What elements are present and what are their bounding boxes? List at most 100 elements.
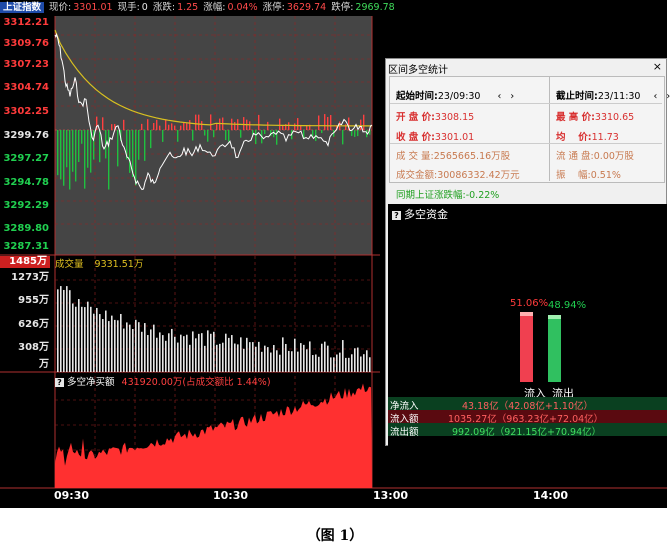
outflow-tick [81, 130, 83, 144]
price-tick: 3294.78 [3, 177, 49, 188]
volume-bars [57, 286, 371, 372]
inflow-tick [345, 124, 347, 130]
inflow-tick [282, 125, 284, 130]
volume-bar [201, 333, 203, 372]
volume-bar [240, 337, 242, 372]
volume-bar [306, 349, 308, 372]
inflow-tick [165, 119, 167, 130]
next-arrow-icon[interactable]: › [510, 91, 514, 102]
volume-bar [165, 340, 167, 372]
inflow-tick [234, 121, 236, 130]
volume-bar [333, 357, 335, 372]
prev-arrow-icon[interactable]: ‹ [654, 91, 658, 102]
inflow-amount-label: 流入额 [390, 414, 419, 425]
volume-stat: 成 交 量:2565665.16万股 [396, 151, 511, 162]
outflow-tick [72, 130, 74, 172]
volume-bar [159, 332, 161, 372]
volume-bar [147, 335, 149, 372]
outflow-tick [177, 130, 179, 142]
outflow-tick [150, 130, 152, 149]
outflow-tick [273, 130, 275, 138]
volume-bar [189, 344, 191, 372]
volume-bar [186, 334, 188, 372]
volume-bar [141, 331, 143, 372]
volume-bar [264, 345, 266, 372]
time-tick: 10:30 [213, 489, 249, 502]
next-arrow-icon[interactable]: › [666, 91, 670, 102]
inflow-tick [198, 114, 200, 130]
volume-bar [78, 299, 80, 372]
volume-bar [267, 347, 269, 372]
volume-tick: 1273万 [11, 272, 49, 283]
volume-bar [369, 357, 371, 372]
volume-bar [270, 352, 272, 372]
price-tick: 3289.80 [3, 223, 49, 234]
price-tick: 3312.21 [3, 17, 49, 28]
prev-arrow-icon[interactable]: ‹ [498, 91, 502, 102]
outflow-tick [87, 130, 89, 168]
outflow-amount-label: 流出额 [390, 427, 419, 438]
avg-price: 均 价:11.73 [556, 132, 619, 143]
volume-bar [225, 333, 227, 372]
volume-bar [174, 336, 176, 372]
outflow-tick [63, 130, 65, 186]
help-icon[interactable]: ? [55, 378, 64, 387]
inflow-tick [141, 123, 143, 130]
inflow-tick [156, 119, 158, 130]
volume-bar [156, 337, 158, 372]
volume-bar [105, 310, 107, 372]
inflow-tick [210, 114, 212, 130]
volume-bar [69, 290, 71, 372]
inflow-tick [288, 122, 290, 130]
volume-bar [345, 357, 347, 372]
volume-bar [231, 335, 233, 372]
outflow-tick [207, 130, 209, 142]
volume-bar [150, 329, 152, 372]
volume-bar [336, 354, 338, 372]
volume-bar [57, 289, 59, 372]
time-tick: 09:30 [54, 489, 90, 502]
volume-bar [87, 301, 89, 372]
amount-stat: 成交金额:30086332.42万元 [396, 170, 520, 181]
volume-bar [72, 303, 74, 372]
outflow-tick [78, 130, 80, 163]
high-price: 最 高 价:3310.65 [556, 112, 635, 123]
outflow-tick [69, 130, 71, 190]
volume-bar [168, 333, 170, 372]
volume-bar [123, 328, 125, 372]
inflow-tick [189, 120, 191, 130]
price-tick: 3292.29 [3, 200, 49, 211]
outflow-tick [264, 130, 266, 135]
close-icon[interactable]: × [653, 60, 662, 73]
volume-bar [99, 314, 101, 372]
volume-bar [291, 351, 293, 372]
period-change: 同期上证涨跌幅:-0.22% [396, 190, 500, 201]
volume-bar [90, 306, 92, 372]
inflow-tick [318, 115, 320, 130]
net-inflow-value: 43.18亿（42.08亿+1.10亿） [462, 401, 594, 412]
close-price: 收 盘 价:3301.01 [396, 132, 475, 143]
volume-bar [153, 324, 155, 372]
money-flow-panel: ? 多空资金 51.06% 48.94% 流入 流出 净流入 43.18亿（42.… [388, 204, 667, 446]
inflow-tick [201, 121, 203, 130]
volume-bar [243, 348, 245, 372]
volume-bar [315, 354, 317, 372]
volume-bar [81, 306, 83, 372]
volume-bar [324, 341, 326, 372]
time-tick: 13:00 [373, 489, 409, 502]
outflow-tick [90, 130, 92, 173]
volume-bar [120, 313, 122, 372]
swing-stat: 振 幅:0.51% [556, 170, 621, 181]
inflow-tick [171, 123, 173, 130]
outflow-bar [548, 315, 561, 382]
volume-bar [138, 322, 140, 372]
inflow-tick [183, 122, 185, 130]
help-icon[interactable]: ? [392, 211, 401, 220]
volume-bar [132, 329, 134, 372]
net-buy-area [55, 383, 372, 488]
inflow-tick [249, 121, 251, 130]
outflow-tick [75, 130, 77, 182]
volume-bar [144, 323, 146, 372]
inflow-tick [219, 118, 221, 130]
price-tick: 3297.27 [3, 153, 49, 164]
